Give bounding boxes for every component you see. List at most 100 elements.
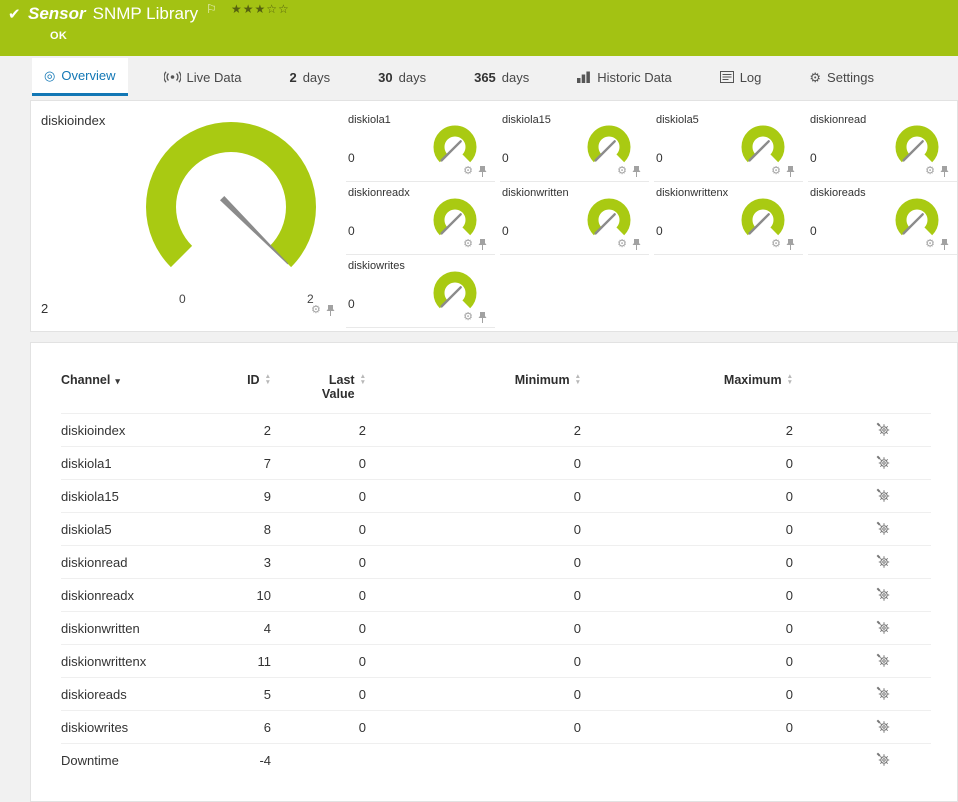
cell-id: 6 xyxy=(221,710,271,744)
mini-gauge-value: 0 xyxy=(656,151,663,165)
cell-channel: diskioreads xyxy=(61,677,221,711)
cell-last-value: 2 xyxy=(271,413,366,447)
gauge-gear-icon[interactable]: ⚙ xyxy=(463,165,473,177)
gauge-pin-icon[interactable] xyxy=(478,238,487,250)
tab-log[interactable]: Log xyxy=(708,58,774,96)
cell-actions xyxy=(793,545,931,579)
channel-settings-gear-icon[interactable] xyxy=(875,653,891,667)
gauge-pin-icon[interactable] xyxy=(478,311,487,323)
table-row[interactable]: diskioreads 5 0 0 0 xyxy=(61,677,931,711)
cell-last-value: 0 xyxy=(271,512,366,546)
cell-minimum: 0 xyxy=(366,545,581,579)
channel-settings-gear-icon[interactable] xyxy=(875,422,891,436)
mini-gauge: diskionread 0 ⚙ xyxy=(808,109,957,182)
cell-id: 9 xyxy=(221,479,271,513)
channel-settings-gear-icon[interactable] xyxy=(875,587,891,601)
mini-gauge: diskiola15 0 ⚙ xyxy=(500,109,649,182)
gauge-pin-icon[interactable] xyxy=(940,238,949,250)
tab-bar: ◎ Overview Live Data 2 days 30 days 365 … xyxy=(32,58,954,96)
cell-channel: diskionwrittenx xyxy=(61,644,221,678)
priority-flag-icon[interactable]: ⚐ xyxy=(206,2,217,16)
channel-settings-gear-icon[interactable] xyxy=(875,752,891,766)
gauge-pin-icon[interactable] xyxy=(632,165,641,177)
mini-gauge-title: diskionwrittenx xyxy=(656,187,729,199)
cell-last-value: 0 xyxy=(271,446,366,480)
column-header-maximum[interactable]: Maximum ▲ ▼ xyxy=(581,369,793,414)
cell-minimum: 0 xyxy=(366,710,581,744)
cell-last-value: 0 xyxy=(271,479,366,513)
cell-actions xyxy=(793,677,931,711)
table-row[interactable]: diskionwrittenx 11 0 0 0 xyxy=(61,644,931,678)
channel-settings-gear-icon[interactable] xyxy=(875,521,891,535)
cell-id: 11 xyxy=(221,644,271,678)
cell-minimum: 2 xyxy=(366,413,581,447)
overview-icon: ◎ xyxy=(44,68,56,83)
sort-arrows-icon: ▲ ▼ xyxy=(359,373,366,386)
star-rating[interactable]: ★★★☆☆ xyxy=(231,2,290,16)
gauge-gear-icon[interactable]: ⚙ xyxy=(771,238,781,250)
gauge-gear-icon[interactable]: ⚙ xyxy=(925,238,935,250)
cell-actions xyxy=(793,743,931,777)
main-gauge-value: 2 xyxy=(41,301,49,316)
table-row[interactable]: diskioindex 2 2 2 2 xyxy=(61,413,931,447)
channel-settings-gear-icon[interactable] xyxy=(875,554,891,568)
mini-gauge-actions: ⚙ xyxy=(463,311,487,323)
cell-maximum: 0 xyxy=(581,446,793,480)
gauge-pin-icon[interactable] xyxy=(786,238,795,250)
mini-gauge-value: 0 xyxy=(656,224,663,238)
table-row[interactable]: Downtime -4 xyxy=(61,743,931,777)
gauge-pin-icon[interactable] xyxy=(478,165,487,177)
tab-overview[interactable]: ◎ Overview xyxy=(32,58,128,96)
cell-channel: diskioindex xyxy=(61,413,221,447)
gauge-gear-icon[interactable]: ⚙ xyxy=(463,311,473,323)
cell-last-value: 0 xyxy=(271,545,366,579)
sort-arrows-icon: ▲ ▼ xyxy=(574,373,581,386)
mini-gauge-actions: ⚙ xyxy=(617,165,641,177)
column-header-minimum[interactable]: Minimum ▲ ▼ xyxy=(366,369,581,414)
gauge-gear-icon[interactable]: ⚙ xyxy=(311,304,321,316)
table-row[interactable]: diskionreadx 10 0 0 0 xyxy=(61,578,931,612)
cell-maximum: 0 xyxy=(581,545,793,579)
channel-settings-gear-icon[interactable] xyxy=(875,455,891,469)
cell-actions xyxy=(793,578,931,612)
channel-settings-gear-icon[interactable] xyxy=(875,488,891,502)
mini-gauge-title: diskiola5 xyxy=(656,114,699,126)
mini-gauge-value: 0 xyxy=(502,224,509,238)
table-row[interactable]: diskiowrites 6 0 0 0 xyxy=(61,710,931,744)
main-gauge: diskioindex 0 2 2 ⚙ xyxy=(31,101,346,331)
column-header-channel[interactable]: Channel ▾ xyxy=(61,369,221,414)
cell-id: 3 xyxy=(221,545,271,579)
tab-settings[interactable]: ⚙ Settings xyxy=(797,58,886,96)
gauge-gear-icon[interactable]: ⚙ xyxy=(925,165,935,177)
cell-minimum: 0 xyxy=(366,512,581,546)
table-row[interactable]: diskionwritten 4 0 0 0 xyxy=(61,611,931,645)
mini-gauge-value: 0 xyxy=(348,297,355,311)
gauge-gear-icon[interactable]: ⚙ xyxy=(617,238,627,250)
table-row[interactable]: diskionread 3 0 0 0 xyxy=(61,545,931,579)
gauge-pin-icon[interactable] xyxy=(940,165,949,177)
tab-historic-data[interactable]: Historic Data xyxy=(565,58,683,96)
gauge-pin-icon[interactable] xyxy=(786,165,795,177)
gauge-pin-icon[interactable] xyxy=(326,304,335,316)
gauge-pin-icon[interactable] xyxy=(632,238,641,250)
mini-gauge: diskiola5 0 ⚙ xyxy=(654,109,803,182)
cell-last-value: 0 xyxy=(271,644,366,678)
status-ok-check-icon: ✔ xyxy=(8,6,21,23)
cell-actions xyxy=(793,644,931,678)
table-row[interactable]: diskiola5 8 0 0 0 xyxy=(61,512,931,546)
table-row[interactable]: diskiola1 7 0 0 0 xyxy=(61,446,931,480)
channel-settings-gear-icon[interactable] xyxy=(875,620,891,634)
column-header-id[interactable]: ID ▲ ▼ xyxy=(221,369,271,414)
channel-settings-gear-icon[interactable] xyxy=(875,719,891,733)
gauge-gear-icon[interactable]: ⚙ xyxy=(771,165,781,177)
tab-2-days[interactable]: 2 days xyxy=(277,58,342,96)
channel-settings-gear-icon[interactable] xyxy=(875,686,891,700)
gauge-gear-icon[interactable]: ⚙ xyxy=(617,165,627,177)
table-row[interactable]: diskiola15 9 0 0 0 xyxy=(61,479,931,513)
tab-live-data[interactable]: Live Data xyxy=(152,58,254,96)
tab-365-days[interactable]: 365 days xyxy=(462,58,541,96)
channel-table: Channel ▾ ID ▲ ▼ Last Value ▲ ▼ Minimum ▲ ▼ Max… xyxy=(61,369,931,777)
gauge-gear-icon[interactable]: ⚙ xyxy=(463,238,473,250)
tab-30-days[interactable]: 30 days xyxy=(366,58,438,96)
column-header-last-value[interactable]: Last Value ▲ ▼ xyxy=(271,369,366,414)
